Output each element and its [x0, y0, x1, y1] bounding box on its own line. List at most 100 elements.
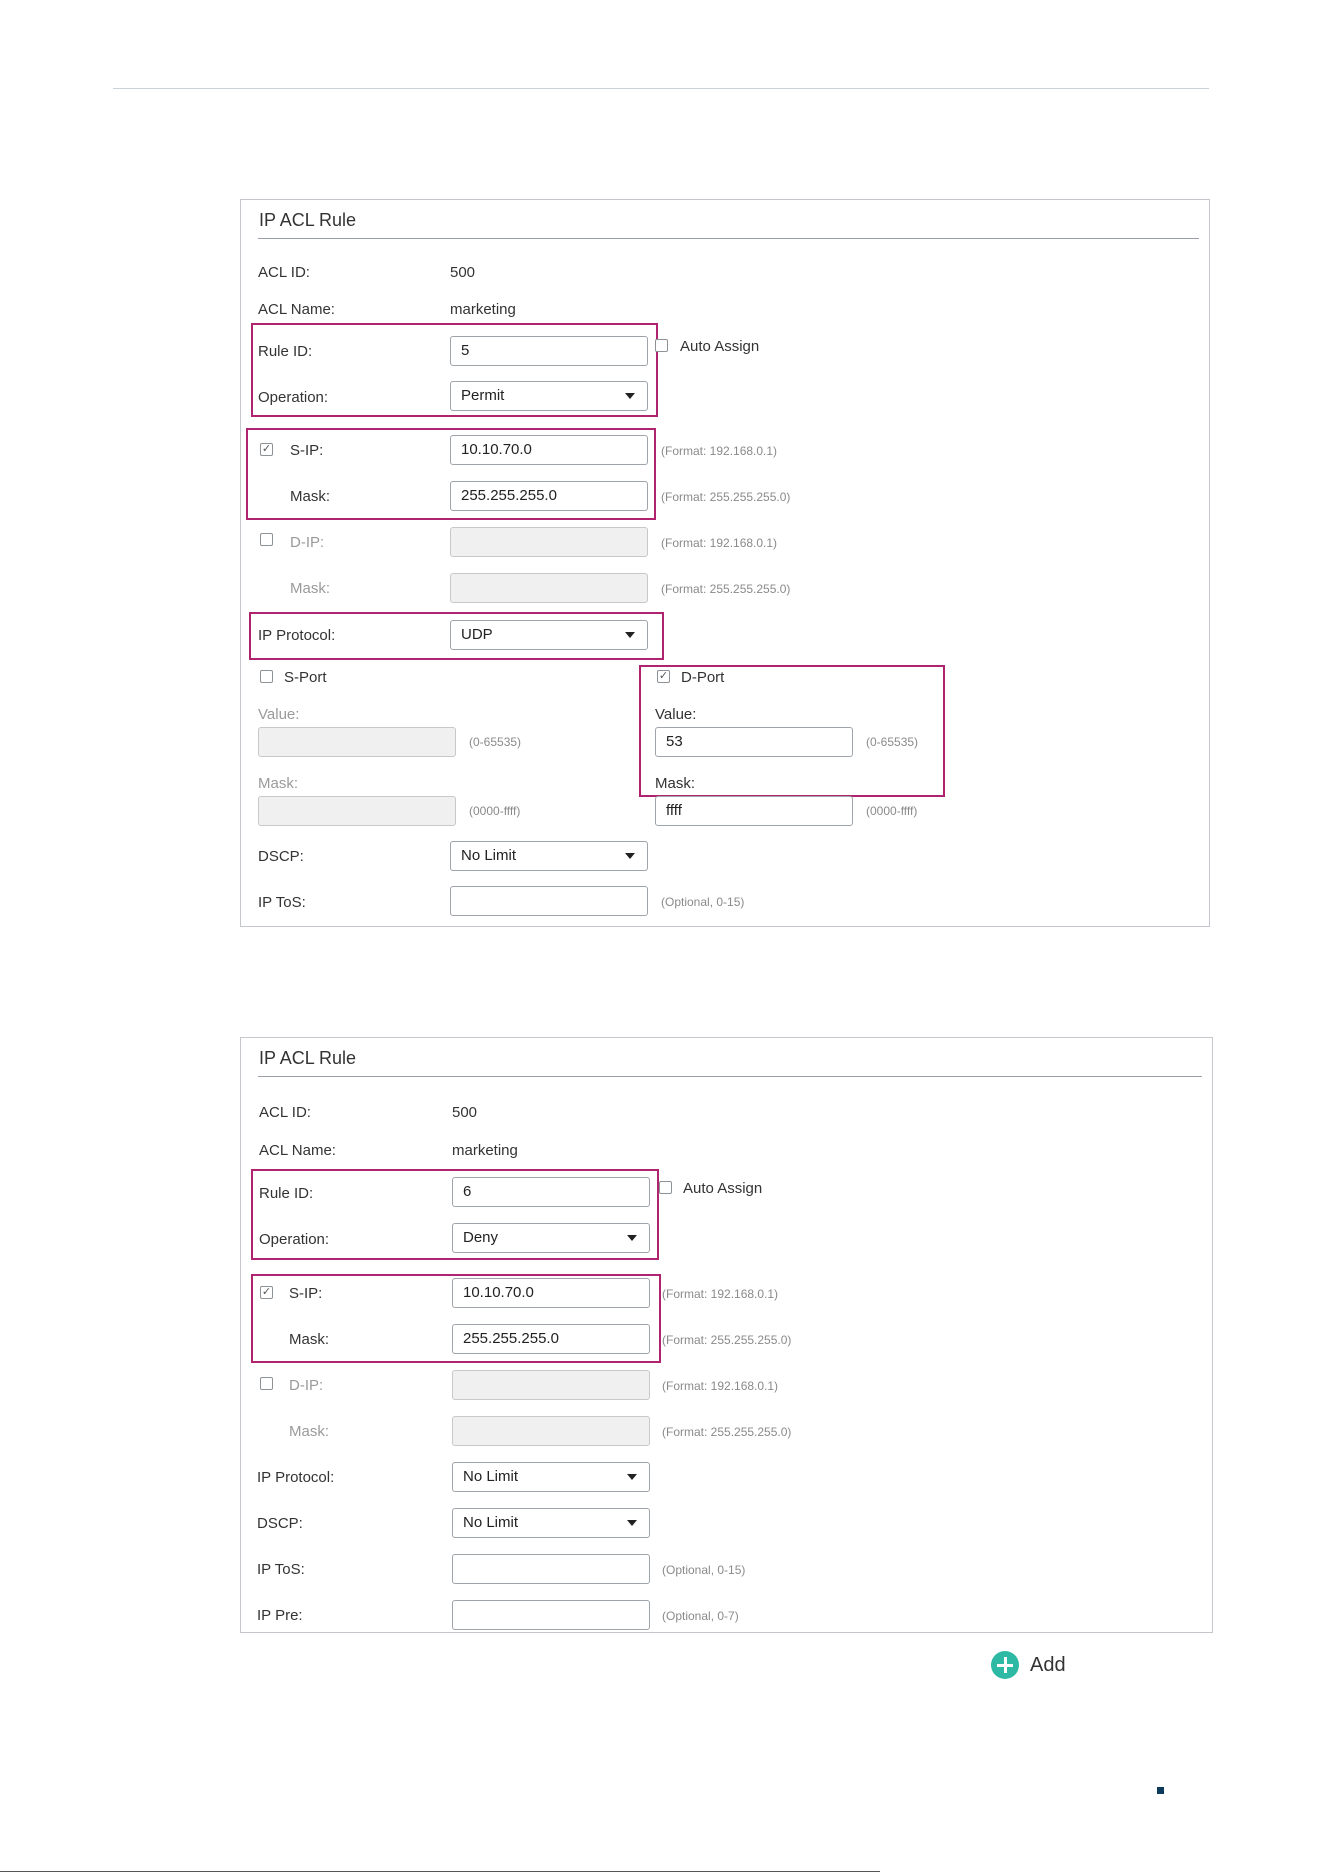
dropdown-arrow-icon — [625, 853, 635, 859]
dport-value-hint: (0-65535) — [866, 735, 919, 749]
dropdown-arrow-icon — [625, 632, 635, 638]
panel-title: IP ACL Rule — [259, 210, 357, 230]
protocol-value: UDP — [461, 626, 493, 643]
ip-pre-label: IP Pre: — [257, 1607, 303, 1624]
acl-name-label: ACL Name: — [259, 1142, 336, 1159]
dport-checkbox[interactable]: ✓ — [657, 670, 670, 683]
dip-label: D-IP: — [289, 1377, 324, 1394]
tos-input[interactable] — [450, 886, 648, 916]
title-divider — [258, 1076, 1202, 1077]
tos-input[interactable] — [452, 1554, 650, 1584]
rule-id-input[interactable]: 5 — [450, 336, 648, 366]
sport-label: S-Port — [284, 669, 327, 686]
auto-assign-checkbox[interactable] — [659, 1181, 672, 1194]
title-divider — [258, 238, 1199, 239]
dip-mask-format-hint: (Format: 255.255.255.0) — [662, 1425, 792, 1439]
sport-value-hint: (0-65535) — [469, 735, 522, 749]
dip-checkbox[interactable] — [260, 533, 273, 546]
dport-mask-hint: (0000-ffff) — [866, 804, 918, 818]
protocol-select[interactable]: No Limit — [452, 1462, 650, 1492]
dip-mask-format-hint: (Format: 255.255.255.0) — [661, 582, 791, 596]
acl-id-value: 500 — [452, 1104, 478, 1121]
operation-select[interactable]: Deny — [452, 1223, 650, 1253]
tos-hint: (Optional, 0-15) — [661, 895, 745, 909]
acl-id-label: ACL ID: — [258, 264, 310, 281]
sip-format-hint: (Format: 192.168.0.1) — [662, 1287, 779, 1301]
ip-pre-input[interactable] — [452, 1600, 650, 1630]
dport-value-label: Value: — [655, 706, 697, 723]
dscp-select[interactable]: No Limit — [452, 1508, 650, 1538]
dport-value-input[interactable]: 53 — [655, 727, 853, 757]
plus-circle-icon — [991, 1651, 1019, 1679]
dip-input[interactable] — [452, 1370, 650, 1400]
protocol-select[interactable]: UDP — [450, 620, 648, 650]
operation-value: Permit — [461, 387, 505, 404]
rule-id-label: Rule ID: — [259, 1185, 314, 1202]
sip-mask-input[interactable]: 255.255.255.0 — [450, 481, 648, 511]
header-divider — [113, 88, 1209, 89]
sport-value-input[interactable] — [258, 727, 456, 757]
dport-label: D-Port — [681, 669, 725, 686]
operation-label: Operation: — [259, 1231, 330, 1248]
dip-format-hint: (Format: 192.168.0.1) — [661, 536, 778, 550]
sip-label: S-IP: — [290, 442, 324, 459]
sport-mask-input[interactable] — [258, 796, 456, 826]
tos-label: IP ToS: — [257, 1561, 305, 1578]
dip-mask-input[interactable] — [452, 1416, 650, 1446]
add-button-label: Add — [1030, 1654, 1066, 1676]
dip-mask-label: Mask: — [290, 580, 331, 597]
operation-select[interactable]: Permit — [450, 381, 648, 411]
dip-label: D-IP: — [290, 534, 325, 551]
dscp-label: DSCP: — [258, 848, 304, 865]
dscp-select[interactable]: No Limit — [450, 841, 648, 871]
acl-name-label: ACL Name: — [258, 301, 335, 318]
operation-value: Deny — [463, 1229, 499, 1246]
rule-id-label: Rule ID: — [258, 343, 313, 360]
panel-title: IP ACL Rule — [259, 1048, 357, 1068]
sip-checkbox[interactable]: ✓ — [260, 1286, 273, 1299]
auto-assign-label: Auto Assign — [683, 1180, 763, 1197]
page-marker — [1157, 1787, 1164, 1794]
sip-input[interactable]: 10.10.70.0 — [450, 435, 648, 465]
dip-checkbox[interactable] — [260, 1377, 273, 1390]
sport-mask-hint: (0000-ffff) — [469, 804, 521, 818]
add-button[interactable]: Add — [991, 1651, 1131, 1681]
sip-format-hint: (Format: 192.168.0.1) — [661, 444, 778, 458]
sip-mask-label: Mask: — [290, 488, 331, 505]
acl-name-value: marketing — [450, 301, 516, 318]
acl-id-value: 500 — [450, 264, 476, 281]
dropdown-arrow-icon — [627, 1520, 637, 1526]
dip-format-hint: (Format: 192.168.0.1) — [662, 1379, 779, 1393]
dip-input[interactable] — [450, 527, 648, 557]
ip-acl-rule-panel-2: IP ACL Rule ACL ID: 500 ACL Name: market… — [240, 1037, 1213, 1633]
sip-mask-format-hint: (Format: 255.255.255.0) — [662, 1333, 792, 1347]
dip-mask-input[interactable] — [450, 573, 648, 603]
sport-mask-label: Mask: — [258, 775, 299, 792]
sip-mask-label: Mask: — [289, 1331, 330, 1348]
auto-assign-label: Auto Assign — [680, 338, 760, 355]
sport-checkbox[interactable] — [260, 670, 273, 683]
dport-mask-label: Mask: — [655, 775, 696, 792]
protocol-value: No Limit — [463, 1468, 519, 1485]
sip-mask-input[interactable]: 255.255.255.0 — [452, 1324, 650, 1354]
operation-label: Operation: — [258, 389, 329, 406]
protocol-label: IP Protocol: — [257, 1469, 335, 1486]
sip-mask-format-hint: (Format: 255.255.255.0) — [661, 490, 791, 504]
sip-input[interactable]: 10.10.70.0 — [452, 1278, 650, 1308]
sip-label: S-IP: — [289, 1285, 323, 1302]
dropdown-arrow-icon — [627, 1474, 637, 1480]
dscp-value: No Limit — [463, 1514, 519, 1531]
dscp-label: DSCP: — [257, 1515, 303, 1532]
dscp-value: No Limit — [461, 847, 517, 864]
sip-checkbox[interactable]: ✓ — [260, 443, 273, 456]
tos-hint: (Optional, 0-15) — [662, 1563, 746, 1577]
rule-id-input[interactable]: 6 — [452, 1177, 650, 1207]
auto-assign-checkbox[interactable] — [655, 339, 668, 352]
protocol-label: IP Protocol: — [258, 627, 336, 644]
dropdown-arrow-icon — [627, 1235, 637, 1241]
ip-pre-hint: (Optional, 0-7) — [662, 1609, 739, 1623]
sport-value-label: Value: — [258, 706, 300, 723]
tos-label: IP ToS: — [258, 894, 306, 911]
acl-id-label: ACL ID: — [259, 1104, 311, 1121]
dport-mask-input[interactable]: ffff — [655, 796, 853, 826]
